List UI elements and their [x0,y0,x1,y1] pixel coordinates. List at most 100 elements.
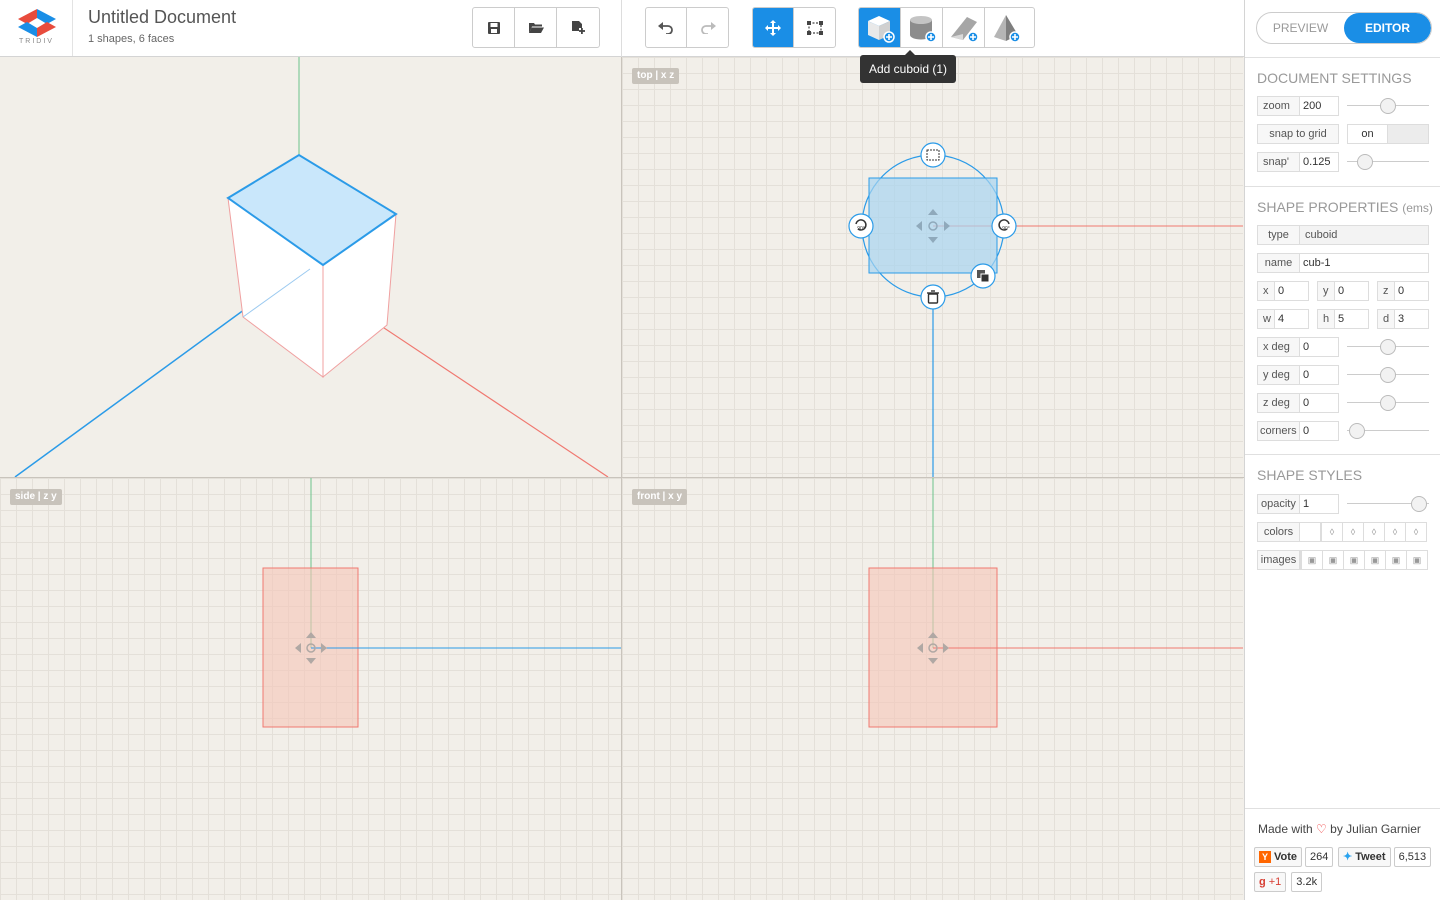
opacity-slider[interactable] [1347,494,1429,514]
open-folder-icon [528,23,544,33]
corners-input[interactable]: 0 [1300,421,1339,441]
add-prism-button[interactable] [943,8,985,47]
toolbar-separator [621,0,622,57]
paint-bucket-icon[interactable]: ◊ [1384,523,1405,541]
image-icon[interactable]: ▣ [1385,551,1406,569]
side-scene [262,478,621,728]
w-label: w [1257,309,1275,329]
xdeg-label: x deg [1257,337,1300,357]
w-input[interactable]: 4 [1275,309,1309,329]
d-input[interactable]: 3 [1395,309,1429,329]
colors-row: colors ◊ ◊ ◊ ◊ ◊ [1257,522,1427,542]
save-button[interactable] [473,8,515,47]
vote-button[interactable]: Y Vote [1254,847,1303,867]
image-icon[interactable]: ▣ [1406,551,1427,569]
tweet-button[interactable]: ✦ Tweet [1338,847,1391,867]
h-input[interactable]: 5 [1335,309,1369,329]
new-document-icon [572,20,585,34]
y-input[interactable]: 0 [1335,281,1369,301]
color-main-swatch[interactable] [1300,522,1321,542]
side-viewport[interactable]: side | z y [0,478,621,900]
zdeg-input[interactable]: 0 [1300,393,1339,413]
rotate-right-handle[interactable]: 90° [991,213,1017,239]
paint-bucket-icon[interactable]: ◊ [1342,523,1363,541]
zoom-slider[interactable] [1347,96,1429,116]
x-input[interactable]: 0 [1275,281,1309,301]
perspective-viewport[interactable] [0,57,621,477]
delete-handle[interactable] [920,284,946,310]
author-link[interactable]: by Julian Garnier [1330,822,1421,836]
image-icon[interactable]: ▣ [1301,551,1322,569]
ydeg-input[interactable]: 0 [1300,365,1339,385]
vote-count: 264 [1305,847,1334,867]
tooltip: Add cuboid (1) [860,50,957,83]
new-document-button[interactable] [557,8,599,47]
ydeg-label: y deg [1257,365,1300,385]
y-label: y [1317,281,1335,301]
add-cylinder-button[interactable] [901,8,943,47]
add-cuboid-button[interactable] [859,8,901,47]
snap-grid-on[interactable]: on [1347,124,1388,144]
front-viewport[interactable]: front | x y [622,478,1243,900]
add-prism-icon [950,16,979,43]
resize-handle[interactable] [920,142,946,168]
credits: Made with ♡ by Julian Garnier [1258,822,1421,836]
redo-button[interactable] [687,8,728,47]
open-button[interactable] [515,8,557,47]
document-summary: 1 shapes, 6 faces [88,33,175,45]
xdeg-slider[interactable] [1347,337,1429,357]
paint-bucket-icon[interactable]: ◊ [1321,523,1342,541]
logo[interactable]: TRIDIV [0,0,73,56]
front-scene [868,478,1243,728]
snap-grid-off[interactable] [1388,124,1429,144]
gplus-button[interactable]: g +1 [1254,872,1287,892]
z-input[interactable]: 0 [1395,281,1429,301]
zdeg-slider[interactable] [1347,393,1429,413]
move-tool-button[interactable] [753,8,795,47]
shape-properties-section: SHAPE PROPERTIES (ems) type cuboid name … [1245,186,1440,454]
xdeg-row: x deg 0 [1257,337,1339,357]
svg-text:90°: 90° [1002,226,1010,232]
corners-row: corners 0 [1257,421,1339,441]
viewport-divider-vertical [621,57,622,900]
select-rect-icon [806,20,823,35]
heart-icon: ♡ [1316,822,1327,836]
panel-footer: Made with ♡ by Julian Garnier Y Vote 264 … [1245,808,1440,900]
image-icon[interactable]: ▣ [1364,551,1385,569]
h-label: h [1317,309,1335,329]
editor-mode-button[interactable]: EDITOR [1344,13,1431,43]
hn-vote: Y Vote 264 [1254,847,1334,867]
perspective-scene [14,57,609,477]
ydeg-row: y deg 0 [1257,365,1339,385]
zoom-input[interactable]: 200 [1300,96,1339,116]
snap-input[interactable]: 0.125 [1300,152,1339,172]
paint-bucket-icon[interactable]: ◊ [1363,523,1384,541]
images-row: images ▣ ▣ ▣ ▣ ▣ ▣ [1257,550,1428,570]
ydeg-slider[interactable] [1347,365,1429,385]
paint-bucket-icon[interactable]: ◊ [1405,523,1426,541]
opacity-label: opacity [1257,494,1300,514]
redo-icon [700,21,716,34]
preview-mode-button[interactable]: PREVIEW [1257,13,1344,43]
document-settings-section: DOCUMENT SETTINGS zoom 200 snap to grid … [1245,57,1440,186]
xdeg-input[interactable]: 0 [1300,337,1339,357]
select-tool-button[interactable] [794,8,835,47]
opacity-input[interactable]: 1 [1300,494,1339,514]
name-input[interactable]: cub-1 [1300,253,1429,273]
undo-button[interactable] [646,8,688,47]
image-icon[interactable]: ▣ [1322,551,1343,569]
rotate-left-handle[interactable]: 90° [848,213,874,239]
snap-slider[interactable] [1347,152,1429,172]
tweet-share: ✦ Tweet 6,513 [1338,847,1432,867]
add-pyramid-button[interactable] [985,8,1027,47]
document-title[interactable]: Untitled Document [88,7,236,28]
add-cuboid-icon [867,15,895,43]
shape-toolbar [858,7,1035,48]
snap-grid-toggle[interactable]: on [1347,124,1429,144]
image-icon[interactable]: ▣ [1343,551,1364,569]
document-settings-title: DOCUMENT SETTINGS [1257,70,1412,86]
tool-toolbar [752,7,836,48]
corners-slider[interactable] [1347,421,1429,441]
top-viewport[interactable]: top | x z 90° 90° [622,57,1243,477]
duplicate-handle[interactable] [970,263,996,289]
